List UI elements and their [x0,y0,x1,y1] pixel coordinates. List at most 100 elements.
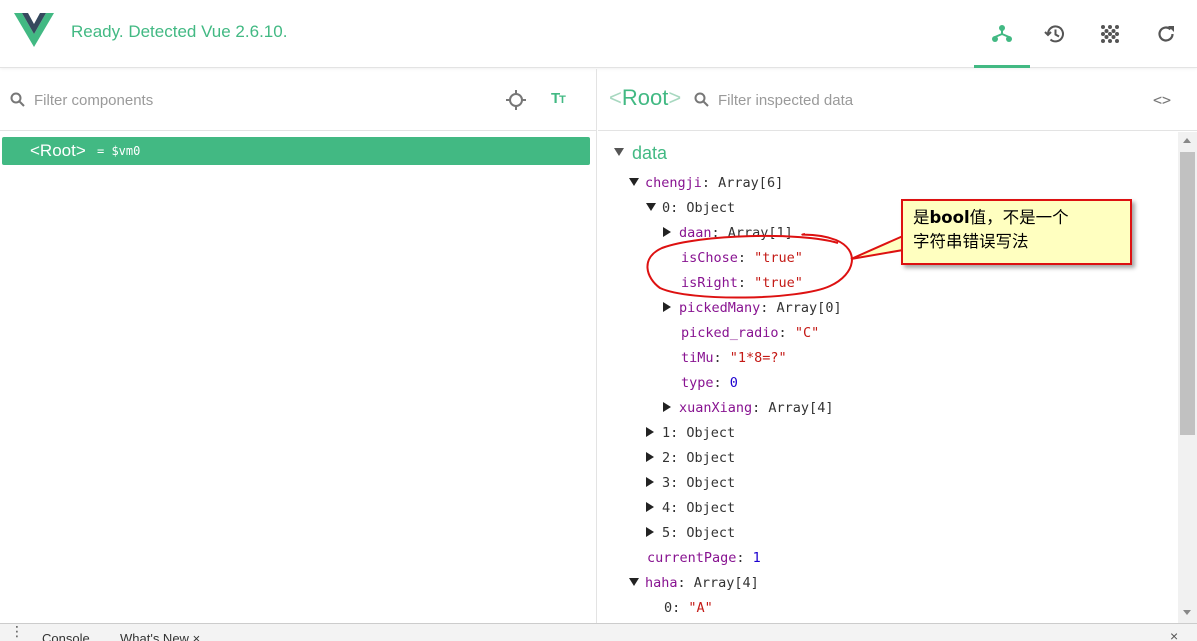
row-type: Object [686,475,736,491]
close-drawer-icon[interactable]: × [1170,628,1178,641]
row-key: 5 [662,525,671,541]
row-type: Array[0] [776,300,842,316]
scroll-thumb[interactable] [1180,152,1195,435]
row-colon: : [670,475,687,491]
row-value: "true" [754,250,803,266]
data-row[interactable]: pickedMany: Array[0] [663,300,842,320]
row-key: 0 [664,600,673,616]
data-row[interactable]: 5: Object [646,525,735,545]
data-section-title[interactable]: data [632,143,667,164]
inspector-scrollbar[interactable] [1178,132,1197,623]
performance-tab[interactable] [1082,0,1138,68]
row-type: Object [686,525,736,541]
drawer-menu-icon[interactable]: ⋮ [10,624,24,638]
data-row: currentPage: 1 [647,550,761,570]
row-colon: : [737,250,755,266]
collapsed-arrow-icon[interactable] [663,302,671,312]
row-key: haha [645,575,678,591]
history-icon [1044,25,1064,43]
row-key: 3 [662,475,671,491]
row-type: Array[1] [727,225,793,241]
vue-logo-icon [14,13,54,47]
row-value: 0 [729,375,738,391]
data-row[interactable]: chengji: Array[6] [629,175,783,195]
collapsed-arrow-icon[interactable] [663,227,671,237]
inspector-pane: <Root> <> data chengji: Array[6] 0: Objec… [598,69,1197,623]
row-colon: : [670,200,687,216]
collapsed-arrow-icon[interactable] [663,402,671,412]
devtools-drawer: ⋮ Console What's New × × [0,623,1197,641]
component-name: <Root> [30,141,86,160]
status-message: Ready. Detected Vue 2.6.10. [71,22,288,41]
data-row[interactable]: 1: Object [646,425,735,445]
data-row: tiMu: "1*8=?" [681,350,787,370]
data-row[interactable]: daan: Array[1] [663,225,793,245]
filter-inspected-data-input[interactable] [718,87,1118,113]
row-colon: : [677,575,694,591]
tree-node-root[interactable]: <Root> = $vm0 [2,137,590,165]
data-row[interactable]: haha: Array[4] [629,575,759,595]
row-key: 2 [662,450,671,466]
drawer-tab-whats-new[interactable]: What's New × [120,631,200,641]
data-row[interactable]: 0: Object [646,200,735,220]
close-icon[interactable]: × [193,631,201,641]
data-row: type: 0 [681,375,738,395]
collapsed-arrow-icon[interactable] [646,452,654,462]
row-colon: : [760,300,777,316]
inspected-component-title: <Root> [609,85,682,110]
row-key: isChose [681,250,738,266]
row-value: "1*8=?" [729,350,787,366]
annotation-line-2: 字符串错误写法 [913,232,1029,251]
scroll-down-icon[interactable] [1183,610,1191,615]
component-filter-bar: TT [0,69,596,131]
dots-grid-icon [1101,25,1119,43]
refresh-button[interactable] [1138,0,1194,68]
timeline-tab[interactable] [1027,0,1083,68]
format-names-icon[interactable]: TT [551,90,566,107]
row-colon: : [701,175,719,191]
data-row[interactable]: 3: Object [646,475,735,495]
data-row[interactable]: 2: Object [646,450,735,470]
filter-components-input[interactable] [34,87,474,113]
data-row: 0: "A" [664,600,713,620]
inspect-dom-code-icon[interactable]: <> [1153,91,1171,109]
scroll-up-icon[interactable] [1183,138,1191,143]
row-key: xuanXiang [679,400,753,416]
row-key: daan [679,225,712,241]
row-key: 1 [662,425,671,441]
row-colon: : [670,425,687,441]
data-row: isChose: "true" [681,250,803,270]
row-type: Array[4] [693,575,759,591]
row-key: type [681,375,714,391]
row-colon: : [713,375,730,391]
expanded-arrow-icon[interactable] [629,578,639,586]
row-colon: : [778,325,795,341]
select-component-target-icon[interactable] [505,89,527,111]
collapsed-arrow-icon[interactable] [646,527,654,537]
row-type: Object [686,425,736,441]
row-colon: : [670,525,687,541]
expanded-arrow-icon[interactable] [646,203,656,211]
row-value: 1 [752,550,761,566]
collapse-arrow-icon[interactable] [614,148,624,156]
collapsed-arrow-icon[interactable] [646,477,654,487]
row-colon: : [672,600,689,616]
drawer-tab-console[interactable]: Console [42,631,90,641]
expanded-arrow-icon[interactable] [629,178,639,186]
row-key: 4 [662,500,671,516]
component-tree-icon [992,24,1012,42]
search-icon [10,92,25,107]
search-icon [694,92,709,107]
collapsed-arrow-icon[interactable] [646,502,654,512]
row-type: Object [686,500,736,516]
components-tab[interactable] [974,0,1030,68]
row-colon: : [752,400,769,416]
annotation-line-1: 是bool值，不是一个 [913,208,1069,227]
row-key: isRight [681,275,738,291]
row-colon: : [737,275,755,291]
row-key: 0 [662,200,671,216]
data-row[interactable]: xuanXiang: Array[4] [663,400,833,420]
data-row[interactable]: 4: Object [646,500,735,520]
row-value: "C" [794,325,820,341]
collapsed-arrow-icon[interactable] [646,427,654,437]
